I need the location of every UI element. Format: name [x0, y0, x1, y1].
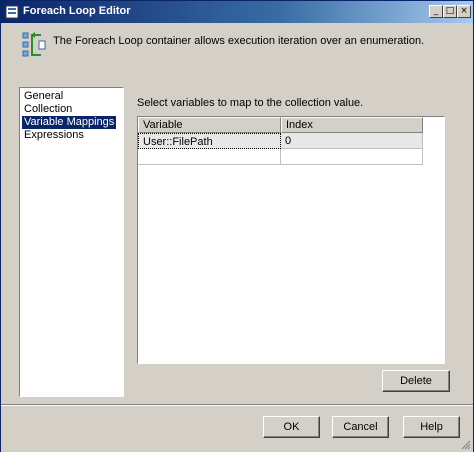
nav-item-variable-mappings[interactable]: Variable Mappings — [22, 116, 117, 129]
cancel-button[interactable]: Cancel — [332, 416, 389, 438]
help-button[interactable]: Help — [403, 416, 460, 438]
dialog-footer: OK Cancel Help — [1, 406, 473, 452]
variable-mapping-grid[interactable]: Variable Index User::FilePath 0 — [137, 116, 445, 364]
column-header-variable[interactable]: Variable — [138, 117, 281, 133]
table-row-index-cell[interactable]: 0 — [281, 133, 423, 149]
header-description: The Foreach Loop container allows execut… — [53, 35, 425, 47]
nav-item-expressions[interactable]: Expressions — [22, 129, 86, 142]
maximize-button[interactable]: □ — [443, 5, 457, 18]
table-row-variable-cell[interactable]: User::FilePath — [138, 133, 281, 149]
nav-panel: General Collection Variable Mappings Exp… — [19, 87, 124, 397]
foreach-loop-icon — [22, 32, 46, 57]
dialog-header: The Foreach Loop container allows execut… — [1, 23, 473, 73]
minimize-button[interactable]: _ — [429, 5, 443, 18]
nav-item-general[interactable]: General — [22, 90, 65, 103]
foreach-loop-editor-window: Foreach Loop Editor _ □ × The Foreach Lo… — [0, 0, 474, 452]
delete-button[interactable]: Delete — [382, 370, 450, 392]
resize-grip-icon[interactable] — [459, 438, 471, 450]
ok-button[interactable]: OK — [263, 416, 320, 438]
nav-item-collection[interactable]: Collection — [22, 103, 74, 116]
window-title: Foreach Loop Editor — [23, 5, 131, 17]
new-row-variable-cell[interactable] — [138, 149, 281, 165]
instruction-text: Select variables to map to the collectio… — [137, 97, 364, 109]
title-bar[interactable]: Foreach Loop Editor _ □ × — [1, 1, 473, 23]
column-header-index[interactable]: Index — [281, 117, 423, 133]
new-row-index-cell[interactable] — [281, 149, 423, 165]
close-button[interactable]: × — [457, 5, 471, 18]
app-icon — [5, 5, 19, 19]
